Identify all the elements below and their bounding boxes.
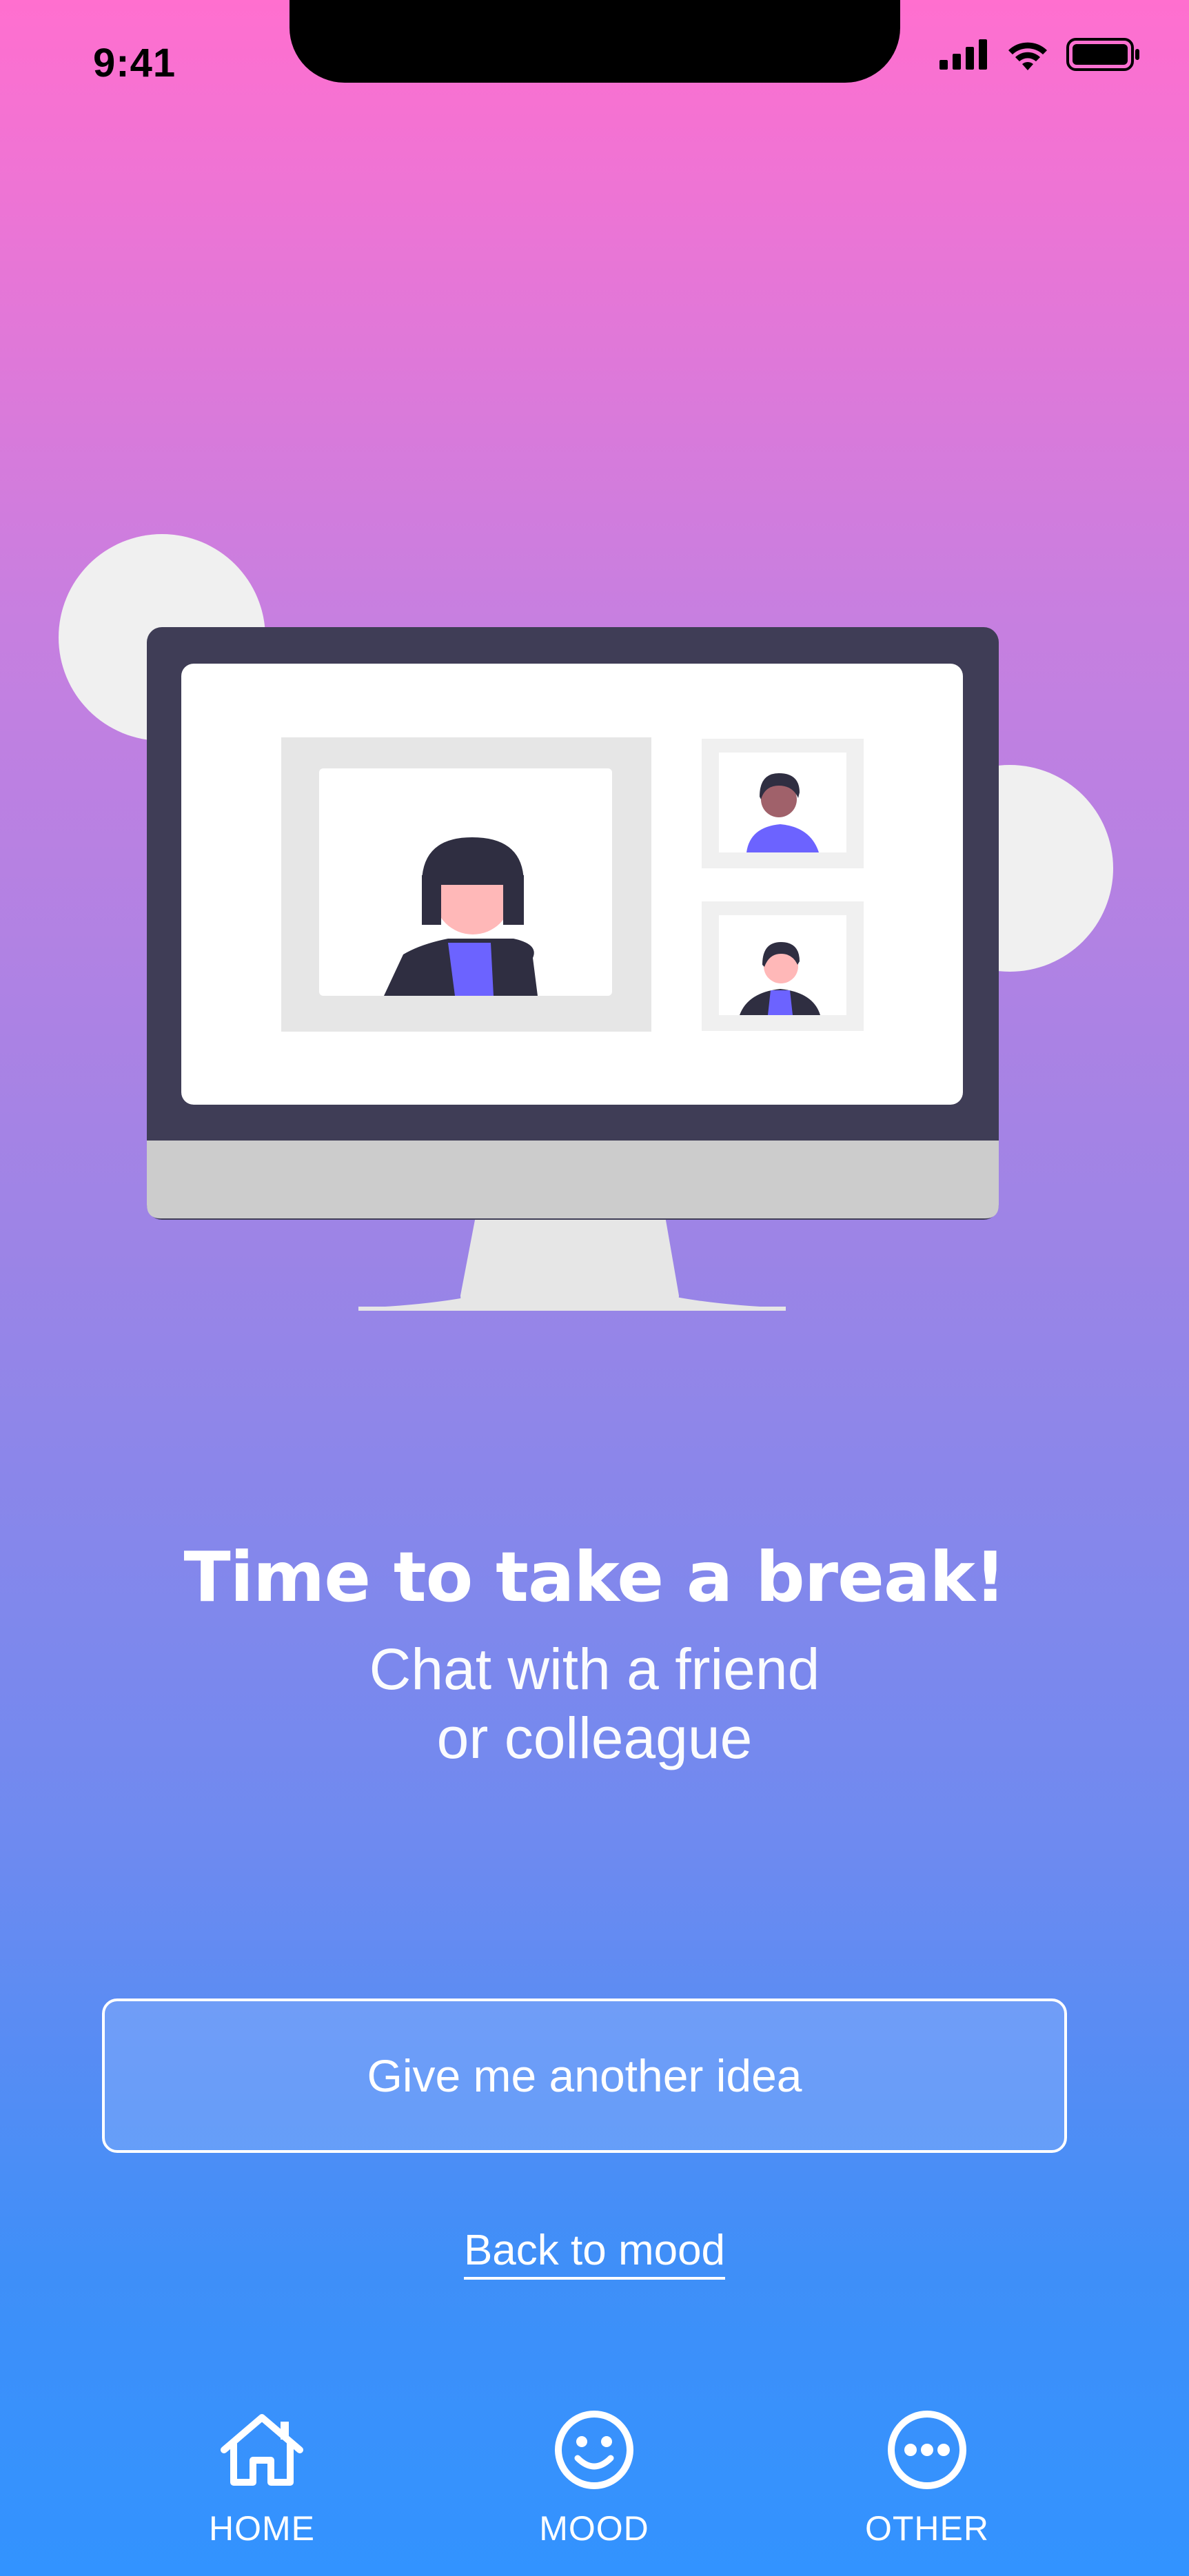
app-screen: 9:41 Time to take a break! Chat with a f… [0, 0, 1189, 2576]
home-icon [221, 2414, 303, 2486]
tab-other-label: OTHER [865, 2509, 989, 2548]
tab-home-label: HOME [209, 2509, 315, 2548]
break-subtitle: Chat with a friend or colleague [0, 1635, 1189, 1772]
smiley-icon [555, 2411, 633, 2489]
break-title: Time to take a break! [183, 1537, 1006, 1617]
subtitle-line-1: Chat with a friend [369, 1637, 820, 1701]
back-to-mood-link[interactable]: Back to mood [463, 2227, 726, 2280]
tab-other[interactable]: OTHER [824, 2405, 1030, 2548]
monitor [147, 627, 999, 1311]
tab-mood[interactable]: MOOD [491, 2405, 698, 2548]
back-link-wrapper: Back to mood [0, 2226, 1189, 2280]
tab-mood-label: MOOD [539, 2509, 649, 2548]
video-call-illustration [59, 534, 1113, 1311]
tab-home[interactable]: HOME [159, 2405, 365, 2548]
tab-bar: HOME MOOD OTHER [0, 2405, 1189, 2576]
another-idea-button[interactable]: Give me another idea [102, 1999, 1067, 2153]
subtitle-line-2: or colleague [436, 1706, 753, 1770]
more-icon [888, 2411, 966, 2489]
